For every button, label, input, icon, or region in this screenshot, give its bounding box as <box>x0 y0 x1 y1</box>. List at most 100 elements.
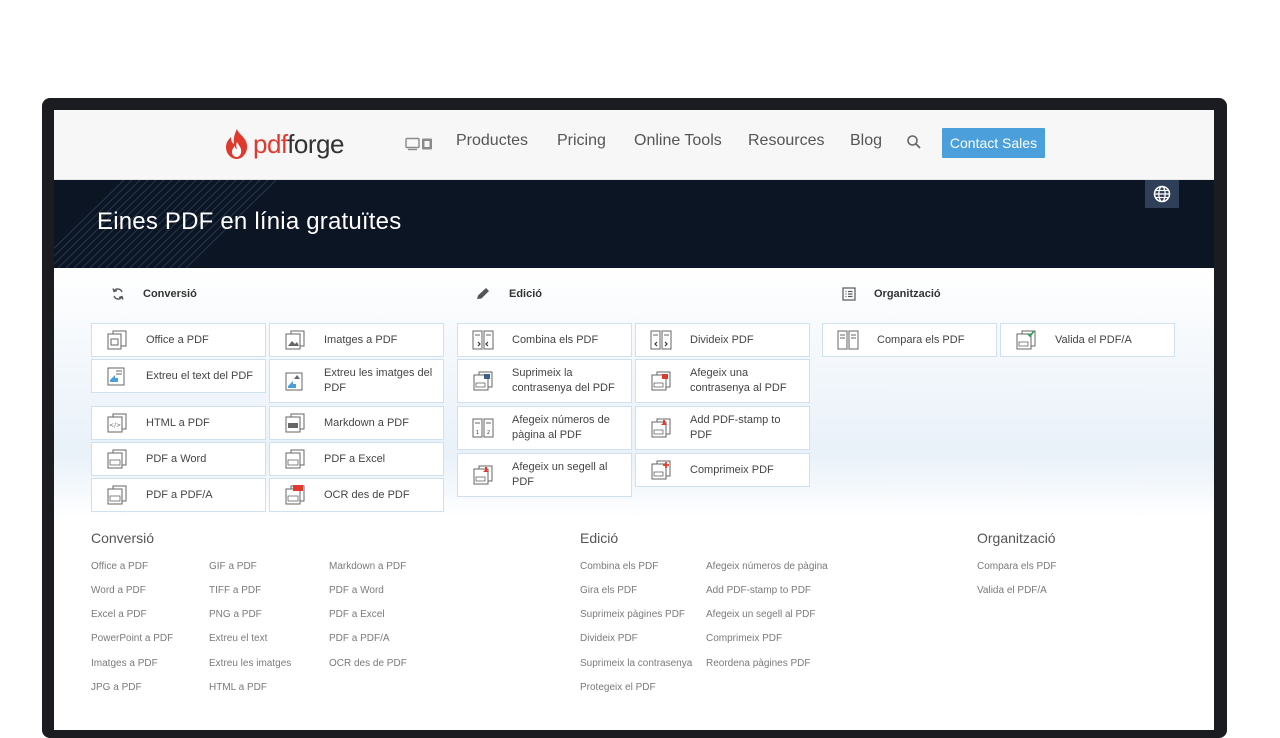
tool-card-numeros-pagina[interactable]: 12 Afegeix números de pàgina al PDF <box>457 406 632 450</box>
footer-organitzacio-heading: Organització <box>977 530 1056 546</box>
footer-link[interactable]: PowerPoint a PDF <box>91 633 173 644</box>
footer-link[interactable]: JPG a PDF <box>91 682 142 693</box>
footer-link[interactable]: Gira els PDF <box>580 585 637 596</box>
footer-link[interactable]: Afegeix un segell al PDF <box>706 609 816 620</box>
hero-banner: Eines PDF en línia gratuïtes <box>54 180 1214 268</box>
tool-card-pdf-a-pdfa[interactable]: PDF a PDF/A <box>91 478 266 512</box>
footer-link[interactable]: Valida el PDF/A <box>977 585 1047 596</box>
footer-link[interactable]: Reordena pàgines PDF <box>706 658 811 669</box>
stamp-icon <box>651 418 671 438</box>
extract-images-icon <box>285 372 303 391</box>
seal-icon <box>473 465 493 485</box>
tool-card-compara[interactable]: Compara els PDF <box>822 323 997 357</box>
nav-blog[interactable]: Blog <box>850 132 882 150</box>
desktop-mobile-icon[interactable] <box>405 137 433 151</box>
tool-label: PDF a Excel <box>324 452 386 465</box>
tool-card-office-a-pdf[interactable]: Office a PDF <box>91 323 266 357</box>
tool-card-pdf-stamp[interactable]: Add PDF-stamp to PDF <box>635 406 810 450</box>
footer-link[interactable]: HTML a PDF <box>209 682 267 693</box>
footer-link[interactable]: Extreu el text <box>209 633 267 644</box>
tool-label: HTML a PDF <box>146 416 210 429</box>
footer-link[interactable]: PNG a PDF <box>209 609 262 620</box>
tool-card-combina[interactable]: Combina els PDF <box>457 323 632 357</box>
tool-label: PDF a Word <box>146 452 207 465</box>
logo-forge-text: forge <box>287 128 344 159</box>
footer-link[interactable]: PDF a PDF/A <box>329 633 390 644</box>
flame-icon <box>226 129 248 159</box>
footer-link[interactable]: Protegeix el PDF <box>580 682 656 693</box>
footer-link[interactable]: Afegeix números de pàgina <box>706 561 828 572</box>
compare-icon <box>837 330 859 350</box>
nav-pricing[interactable]: Pricing <box>557 132 606 150</box>
footer-link[interactable]: Office a PDF <box>91 561 148 572</box>
tool-label: Afegeix números de pàgina al PDF <box>512 414 610 441</box>
footer-link[interactable]: Compara els PDF <box>977 561 1056 572</box>
footer-link[interactable]: GIF a PDF <box>209 561 257 572</box>
footer-link[interactable]: Comprimeix PDF <box>706 633 782 644</box>
footer-link[interactable]: Excel a PDF <box>91 609 147 620</box>
tools-section: Conversió Edició Organització Office a P… <box>54 268 1214 518</box>
category-organitzacio: Organització <box>842 287 941 301</box>
footer-link[interactable]: Markdown a PDF <box>329 561 406 572</box>
page-numbers-icon: 12 <box>472 418 494 438</box>
tool-card-afegeix-contrasenya[interactable]: Afegeix una contrasenya al PDF <box>635 359 810 403</box>
tool-label: Compara els PDF <box>877 333 965 346</box>
tool-label: Add PDF-stamp to PDF <box>690 414 781 441</box>
tool-card-extreu-imatges[interactable]: Extreu les imatges del PDF <box>269 359 444 403</box>
nav-productes[interactable]: Productes <box>456 132 528 150</box>
pencil-icon <box>477 288 489 299</box>
footer-link[interactable]: PDF a Excel <box>329 609 385 620</box>
tool-label: PDF a PDF/A <box>146 488 213 501</box>
list-icon <box>842 287 856 301</box>
logo-wordmark: pdfforge <box>253 129 344 160</box>
tool-label: Comprimeix PDF <box>690 463 774 476</box>
tool-card-html-a-pdf[interactable]: </> HTML a PDF <box>91 406 266 440</box>
category-title: Conversió <box>143 288 197 300</box>
pdf-to-excel-icon <box>285 449 305 469</box>
tool-label: OCR des de PDF <box>324 488 410 501</box>
tool-label: Imatges a PDF <box>324 333 398 346</box>
tool-card-markdown-a-pdf[interactable]: Markdown a PDF <box>269 406 444 440</box>
language-selector[interactable] <box>1145 180 1179 208</box>
pdfforge-logo[interactable]: pdfforge <box>222 126 344 162</box>
tool-card-segell[interactable]: Afegeix un segell al PDF <box>457 453 632 497</box>
tool-card-divideix[interactable]: Divideix PDF <box>635 323 810 357</box>
category-title: Organització <box>874 288 941 300</box>
tool-label: Afegeix una contrasenya al PDF <box>690 367 787 394</box>
tool-card-imatges-a-pdf[interactable]: Imatges a PDF <box>269 323 444 357</box>
footer-link[interactable]: Divideix PDF <box>580 633 638 644</box>
tool-card-valida-pdfa[interactable]: Valida el PDF/A <box>1000 323 1175 357</box>
tool-card-pdf-a-excel[interactable]: PDF a Excel <box>269 442 444 476</box>
tool-card-ocr[interactable]: OCR des de PDF <box>269 478 444 512</box>
tool-card-suprimeix-contrasenya[interactable]: Suprimeix la contrasenya del PDF <box>457 359 632 403</box>
svg-text:1: 1 <box>476 430 479 436</box>
refresh-icon <box>112 288 124 300</box>
search-icon[interactable] <box>906 134 922 150</box>
extract-text-icon <box>107 367 125 386</box>
tool-card-extreu-text[interactable]: Extreu el text del PDF <box>91 359 266 393</box>
nav-online-tools[interactable]: Online Tools <box>634 132 722 150</box>
tool-label: Suprimeix la contrasenya del PDF <box>512 367 615 394</box>
contact-sales-button[interactable]: Contact Sales <box>942 128 1045 158</box>
footer-link[interactable]: Combina els PDF <box>580 561 658 572</box>
footer-link[interactable]: Add PDF-stamp to PDF <box>706 585 811 596</box>
footer-link[interactable]: Suprimeix pàgines PDF <box>580 609 685 620</box>
footer-link[interactable]: TIFF a PDF <box>209 585 261 596</box>
footer-link[interactable]: OCR des de PDF <box>329 658 407 669</box>
nav-resources[interactable]: Resources <box>748 132 824 150</box>
footer-link[interactable]: Extreu les imatges <box>209 658 291 669</box>
html-doc-icon: </> <box>107 413 127 433</box>
category-title: Edició <box>509 288 543 300</box>
svg-text:2: 2 <box>487 430 490 436</box>
top-navigation-bar: pdfforge Productes Pricing Online Tools … <box>54 110 1214 180</box>
footer-link[interactable]: Suprimeix la contrasenya <box>580 658 692 669</box>
footer-link[interactable]: Imatges a PDF <box>91 658 158 669</box>
footer-link[interactable]: PDF a Word <box>329 585 384 596</box>
unlock-icon <box>473 371 493 391</box>
tool-card-pdf-a-word[interactable]: PDF a Word <box>91 442 266 476</box>
tool-label: Office a PDF <box>146 333 209 346</box>
page-title: Eines PDF en línia gratuïtes <box>97 208 402 235</box>
tool-card-comprimeix[interactable]: Comprimeix PDF <box>635 453 810 487</box>
ocr-doc-icon <box>285 485 305 505</box>
footer-link[interactable]: Word a PDF <box>91 585 146 596</box>
